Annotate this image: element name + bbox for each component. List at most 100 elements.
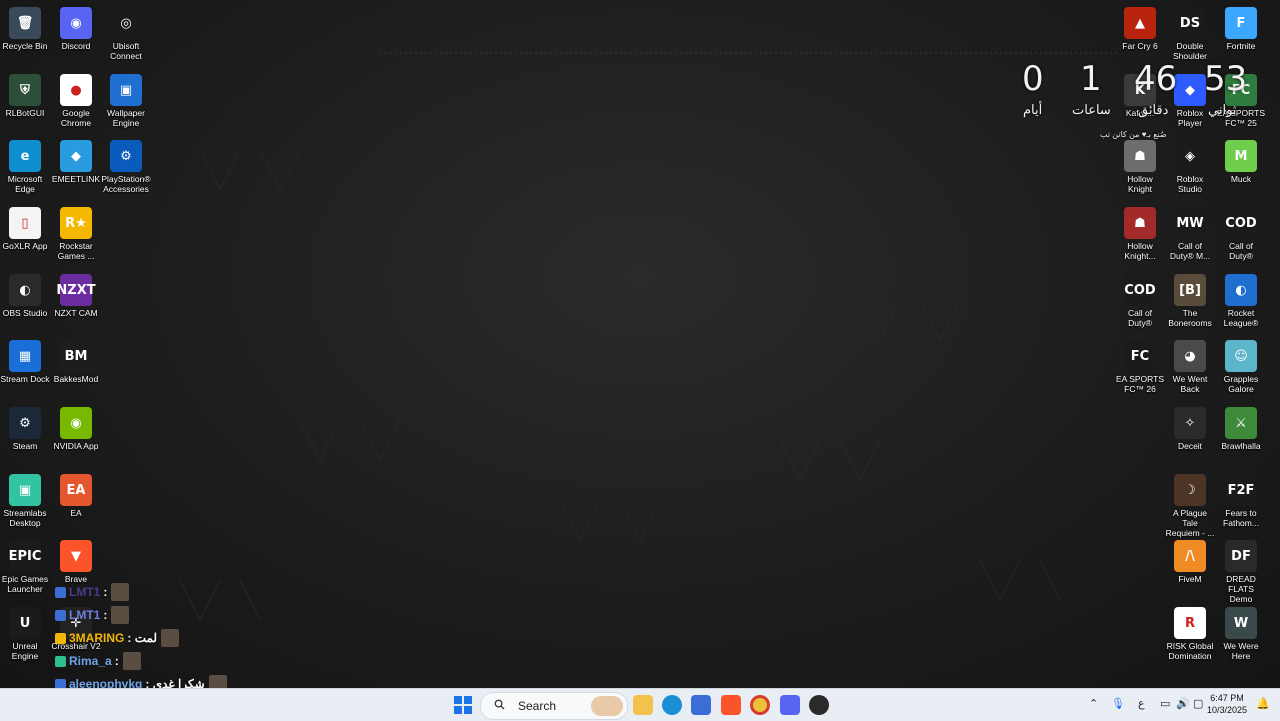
desktop-icon[interactable]: ⚙ PlayStation® Accessories — [101, 138, 151, 194]
countdown-hours: 1 — [1080, 59, 1102, 99]
edge-icon: e — [9, 140, 41, 172]
desktop-icon[interactable]: ◕ We Went Back — [1165, 338, 1215, 394]
desktop-icon-label: Hollow Knight... — [1124, 241, 1156, 261]
desktop-icon[interactable]: ◎ Ubisoft Connect — [101, 5, 151, 61]
countdown-days: 0 — [1022, 59, 1044, 99]
desktop-icon-label: Google Chrome — [60, 108, 92, 128]
desktop-icon[interactable]: ▯ GoXLR App — [0, 205, 50, 251]
desktop-icon[interactable]: ◈ Roblox Studio — [1165, 138, 1215, 194]
desktop-icon[interactable]: ▣ Wallpaper Engine — [101, 72, 151, 128]
chat-username: 3MARING — [69, 631, 125, 645]
search-highlight-image — [591, 696, 623, 716]
desktop-icon-label: FiveM — [1178, 574, 1202, 584]
desktop-icon[interactable]: /\ FiveM — [1165, 538, 1215, 584]
clock-time: 6:47 PM — [1210, 693, 1244, 703]
risk-icon: R — [1174, 607, 1206, 639]
desktop-icon[interactable]: MW Call of Duty® M... — [1165, 205, 1215, 261]
fortnite-icon: F — [1225, 7, 1257, 39]
edge-taskbar-icon[interactable] — [662, 695, 682, 715]
desktop-icon[interactable]: ⛨ RLBotGUI — [0, 72, 50, 118]
rlbot-icon: ⛨ — [9, 74, 41, 106]
desktop-icon[interactable]: ▦ Stream Dock — [0, 338, 50, 384]
chevron-up-icon[interactable]: ⌃ — [1089, 697, 1098, 710]
desktop-icon[interactable]: e Microsoft Edge — [0, 138, 50, 194]
desktop-icon[interactable]: ● Google Chrome — [51, 72, 101, 128]
countdown-days-label: أيام — [1023, 102, 1043, 117]
desktop-icon[interactable]: ☗ Hollow Knight... — [1115, 205, 1165, 261]
desktop-icon[interactable]: ⚙ Steam — [0, 405, 50, 451]
desktop-icon-label: Streamlabs Desktop — [3, 508, 47, 528]
streamlabs-icon: ▣ — [9, 474, 41, 506]
network-icon[interactable]: ▭ — [1160, 697, 1170, 710]
muck-icon: M — [1225, 140, 1257, 172]
notification-bell-icon[interactable]: 🔔 — [1256, 697, 1270, 710]
desktop-icon[interactable]: U Unreal Engine — [0, 605, 50, 661]
desktop-icon[interactable]: COD Call of Duty® — [1115, 272, 1165, 328]
chrome-taskbar-icon[interactable] — [750, 695, 770, 715]
obs-taskbar-icon[interactable] — [809, 695, 829, 715]
desktop-icon[interactable]: ◉ Discord — [51, 5, 101, 51]
desktop-icon-label: We Went Back — [1172, 374, 1208, 394]
discord-taskbar-icon[interactable] — [780, 695, 800, 715]
desktop-icon[interactable]: ☽ A Plague Tale Requiem - ... — [1165, 472, 1215, 538]
desktop-icon[interactable]: ✧ Deceit — [1165, 405, 1215, 451]
desktop-icon[interactable]: DS Double Shoulder — [1165, 5, 1215, 61]
desktop-icon[interactable]: ☗ Hollow Knight — [1115, 138, 1165, 194]
cod-mw-icon: MW — [1174, 207, 1206, 239]
desktop-icon[interactable]: M Muck — [1216, 138, 1266, 184]
desktop-icon-label: Deceit — [1177, 441, 1203, 451]
desktop-icon[interactable]: ▼ Brave — [51, 538, 101, 584]
desktop-icon[interactable]: EPIC Epic Games Launcher — [0, 538, 50, 594]
desktop-icon[interactable]: 🗑 Recycle Bin — [0, 5, 50, 51]
desktop-icon[interactable]: BM BakkesMod — [51, 338, 101, 384]
battery-icon[interactable]: ▢ — [1193, 697, 1203, 710]
desktop-icon[interactable]: NZXT NZXT CAM — [51, 272, 101, 318]
chat-text: : — [103, 585, 108, 599]
desktop-icon-label: Far Cry 6 — [1122, 41, 1158, 51]
desktop-icon[interactable]: [B] The Bonerooms — [1165, 272, 1215, 328]
desktop-icon[interactable]: ◆ EMEETLINK — [51, 138, 101, 184]
desktop-icon[interactable]: FC EA SPORTS FC™ 26 — [1115, 338, 1165, 394]
start-button[interactable] — [453, 695, 473, 715]
countdown-credit: صُنع بـ♥ من كاتن تب — [1100, 130, 1167, 139]
desktop-icon-label: Call of Duty® M... — [1169, 241, 1211, 261]
cod-icon: COD — [1225, 207, 1257, 239]
desktop-icon[interactable]: R RISK Global Domination — [1165, 605, 1215, 661]
desktop-icon[interactable]: COD Call of Duty® — [1216, 205, 1266, 261]
desktop-icon[interactable]: ▣ Streamlabs Desktop — [0, 472, 50, 528]
clock[interactable]: 6:47 PM 10/3/2025 — [1207, 692, 1247, 716]
desktop-icon[interactable]: EA EA — [51, 472, 101, 518]
chat-text: : — [103, 608, 108, 622]
wallpaper-engine-icon: ▣ — [110, 74, 142, 106]
desktop-icon[interactable]: ◉ NVIDIA App — [51, 405, 101, 451]
desktop-icon[interactable]: W We Were Here — [1216, 605, 1266, 661]
desktop-icon-label: Discord — [61, 41, 91, 51]
brave-taskbar-icon[interactable] — [721, 695, 741, 715]
search-box[interactable]: Search — [480, 692, 628, 720]
desktop-icon[interactable]: ◐ Rocket League® — [1216, 272, 1266, 328]
microphone-icon[interactable]: 🎙 — [1111, 697, 1125, 710]
volume-icon[interactable]: 🔊 — [1176, 697, 1190, 710]
file-explorer-icon[interactable] — [633, 695, 653, 715]
store-icon[interactable] — [691, 695, 711, 715]
chat-badge-icon — [55, 609, 66, 621]
desktop-icon[interactable]: R★ Rockstar Games ... — [51, 205, 101, 261]
desktop-icon-label: The Bonerooms — [1168, 308, 1212, 328]
desktop-icon-label: EA SPORTS FC™ 26 — [1115, 374, 1165, 394]
countdown-seconds-label: ثواني — [1208, 102, 1237, 117]
desktop-icon[interactable]: F Fortnite — [1216, 5, 1266, 51]
desktop-icon-label: Fortnite — [1226, 41, 1256, 51]
language-indicator[interactable]: ع — [1138, 697, 1145, 710]
obs-icon: ◐ — [9, 274, 41, 306]
desktop-icon[interactable]: ◐ OBS Studio — [0, 272, 50, 318]
chat-message: LMT1: — [55, 582, 130, 602]
desktop-icon[interactable]: ☺ Grapples Galore — [1216, 338, 1266, 394]
desktop-icon[interactable]: DF DREAD FLATS Demo — [1216, 538, 1266, 604]
desktop-icon[interactable]: F2F Fears to Fathom... — [1216, 472, 1266, 528]
countdown-minutes-label: دقائق — [1138, 102, 1169, 117]
desktop-icon[interactable]: ▲ Far Cry 6 — [1115, 5, 1165, 51]
desktop-icon-label: Microsoft Edge — [7, 174, 43, 194]
file-icon: ▯ — [9, 207, 41, 239]
cod-icon-2: COD — [1124, 274, 1156, 306]
desktop-icon[interactable]: ⚔ Brawlhalla — [1216, 405, 1266, 451]
